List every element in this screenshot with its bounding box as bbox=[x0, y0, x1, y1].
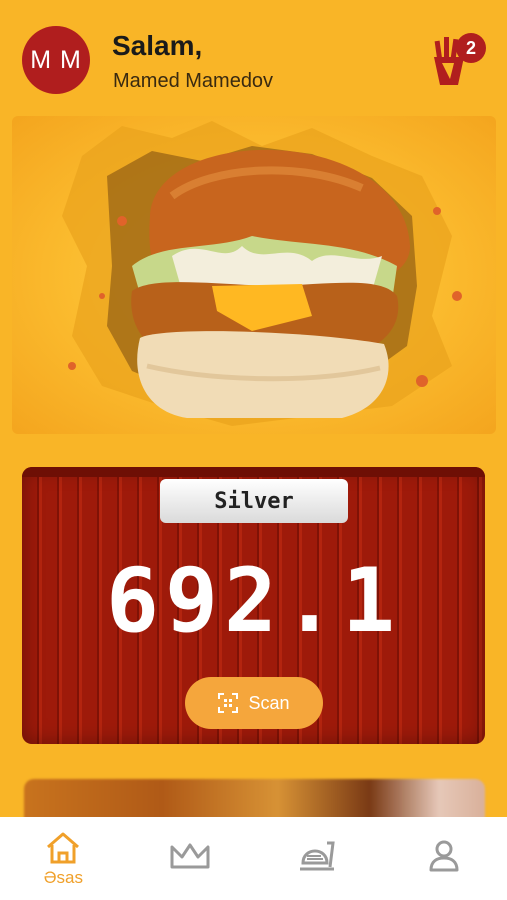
bottom-nav: Əsas bbox=[0, 817, 507, 900]
nav-item-menu[interactable] bbox=[254, 817, 381, 900]
nav-item-home-label: Əsas bbox=[43, 868, 83, 887]
nav-item-home[interactable]: Əsas bbox=[0, 817, 127, 900]
scan-button-label: Scan bbox=[248, 692, 290, 713]
scan-button[interactable]: Scan bbox=[185, 677, 323, 729]
crown-icon bbox=[170, 843, 210, 869]
tier-badge: Silver bbox=[160, 479, 348, 523]
food-tray-icon bbox=[299, 841, 335, 871]
user-name: Mamed Mamedov bbox=[113, 70, 274, 92]
profile-icon bbox=[429, 840, 459, 872]
burger-image bbox=[62, 121, 462, 426]
nav-item-rewards[interactable] bbox=[127, 817, 254, 900]
cart-count-badge: 2 bbox=[456, 33, 486, 63]
greeting-title: Salam, bbox=[112, 30, 203, 61]
avatar[interactable]: M M bbox=[22, 26, 90, 94]
qr-scan-icon bbox=[218, 693, 239, 713]
cart-button[interactable]: 2 bbox=[432, 33, 488, 87]
card-top-bar bbox=[22, 467, 485, 477]
home-icon bbox=[47, 832, 80, 864]
nav-item-profile[interactable] bbox=[380, 817, 507, 900]
points-balance: 692.1 bbox=[106, 549, 401, 652]
loyalty-card: Silver 692.1 Scan bbox=[22, 467, 485, 744]
header: M M Salam, Mamed Mamedov 2 bbox=[0, 0, 507, 110]
promo-banner[interactable] bbox=[12, 116, 496, 434]
